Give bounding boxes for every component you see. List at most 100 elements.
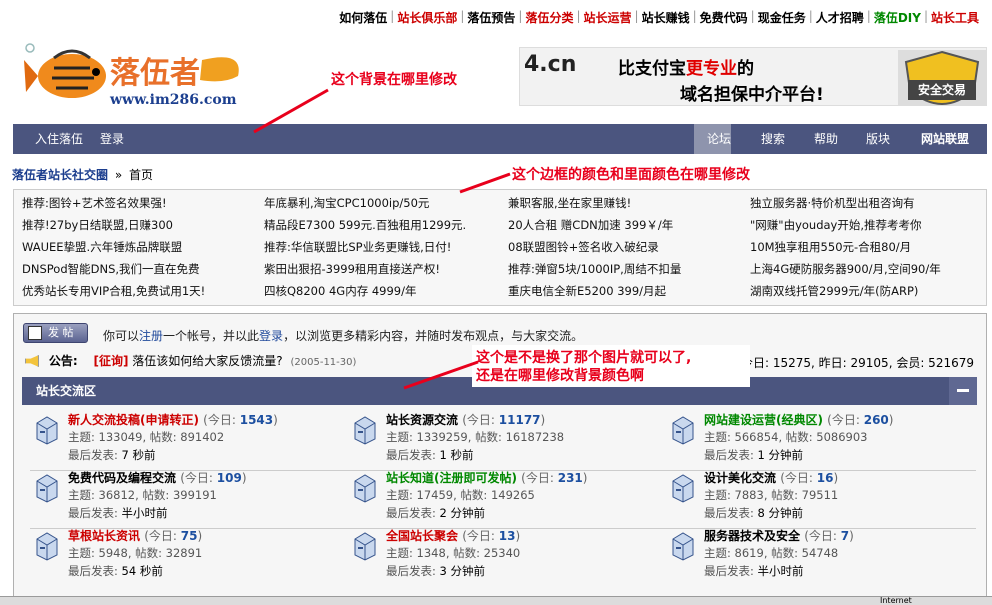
forum-link[interactable]: 网站建设运营(经典区) — [704, 413, 823, 427]
nav-alliance[interactable]: 网站联盟 — [921, 124, 969, 154]
last-post-link[interactable]: 54 秒前 — [122, 564, 163, 578]
forum-folder-icon — [354, 532, 376, 561]
text-ad-link[interactable]: 重庆电信全新E5200 399/月起 — [508, 283, 746, 299]
text-ad-link[interactable]: 湖南双线托管2999元/年(防ARP) — [750, 283, 982, 299]
top-link[interactable]: 落伍预告 — [464, 9, 518, 25]
today-count: 13 — [498, 529, 516, 543]
top-link[interactable]: 免费代码 — [697, 9, 751, 25]
posts-label: 帖数: — [785, 430, 813, 444]
posts-count: 149265 — [490, 488, 535, 502]
forum-today: (今日: 7) — [804, 529, 854, 543]
breadcrumb: 落伍者站长社交圈 » 首页 — [12, 166, 153, 183]
today-count: 75 — [180, 529, 198, 543]
last-post-link[interactable]: 1 秒前 — [440, 448, 474, 462]
breadcrumb-home[interactable]: 落伍者站长社交圈 — [12, 168, 108, 182]
posts-label: 帖数: — [149, 430, 177, 444]
text-ad-link[interactable]: 四核Q8200 4G内存 4999/年 — [264, 283, 502, 299]
annotation-note-3a: 这个是不是换了那个图片就可以了, — [476, 350, 692, 366]
top-link[interactable]: 现金任务 — [755, 9, 809, 25]
last-post-link[interactable]: 半小时前 — [758, 564, 804, 578]
text-ad-link[interactable]: 推荐:弹窗5块/1000IP,周结不扣量 — [508, 261, 746, 277]
forum-title: 服务器技术及安全 (今日: 7) — [704, 527, 854, 544]
forum-title: 站长知道(注册即可发帖) (今日: 231) — [386, 469, 587, 486]
forum-link[interactable]: 站长资源交流 — [386, 413, 458, 427]
top-link[interactable]: 落伍DIY — [871, 9, 924, 25]
text-ad-link[interactable]: 10M独享租用550元-合租80/月 — [750, 239, 982, 255]
top-link[interactable]: 站长赚钱 — [639, 9, 693, 25]
forum-link[interactable]: 设计美化交流 — [704, 471, 776, 485]
top-link[interactable]: 人才招聘 — [813, 9, 867, 25]
text-ads-box: 推荐:图铃+艺术签名效果强! 年底暴利,淘宝CPC1000ip/50元 兼职客服,坐… — [13, 189, 987, 306]
text-ad-link[interactable]: 推荐:图铃+艺术签名效果强! — [22, 195, 260, 211]
annotation-arrow-2 — [459, 172, 511, 194]
nav-login[interactable]: 登录 — [100, 124, 124, 154]
forum-link[interactable]: 新人交流投稿(申请转正) — [68, 413, 199, 427]
collapse-icon[interactable] — [949, 377, 977, 405]
logo-name: 落伍者 — [110, 56, 200, 91]
welcome-a: 你可以 — [103, 329, 140, 343]
forum-link[interactable]: 服务器技术及安全 — [704, 529, 800, 543]
last-post-link[interactable]: 1 分钟前 — [758, 448, 803, 462]
last-label: 最后发表: — [704, 506, 754, 520]
text-ad-link[interactable]: 兼职客服,坐在家里赚钱! — [508, 195, 746, 211]
forum-folder-icon — [36, 532, 58, 561]
text-ad-link[interactable]: 独立服务器·特价机型出租咨询有 — [750, 195, 982, 211]
announcement-link[interactable]: 落伍该如何给大家反馈流量? — [132, 354, 282, 368]
text-ad-link[interactable]: "网赚"由youday开始,推荐考考你 — [750, 217, 982, 233]
forum-today: (今日: 75) — [144, 529, 203, 543]
status-zone: Internet — [880, 596, 912, 605]
last-post-link[interactable]: 半小时前 — [122, 506, 168, 520]
forum-title: 站长资源交流 (今日: 11177) — [386, 411, 545, 428]
last-post-link[interactable]: 2 分钟前 — [440, 506, 485, 520]
nav-help[interactable]: 帮助 — [814, 124, 838, 154]
text-ad-link[interactable]: 紫田出狠招-3999租用直接送产权! — [264, 261, 502, 277]
announcement: 公告: [征询] 落伍该如何给大家反馈流量? (2005-11-30) — [25, 352, 356, 369]
annotation-arrow-1 — [253, 88, 329, 134]
last-post-link[interactable]: 8 分钟前 — [758, 506, 803, 520]
forum-title: 网站建设运营(经典区) (今日: 260) — [704, 411, 893, 428]
announcement-tag[interactable]: [征询] — [93, 354, 128, 368]
last-post-link[interactable]: 3 分钟前 — [440, 564, 485, 578]
text-ad-link[interactable]: 推荐:华信联盟比SP业务更赚钱,日付! — [264, 239, 502, 255]
text-ad-link[interactable]: 年底暴利,淘宝CPC1000ip/50元 — [264, 195, 502, 211]
nav-checkin[interactable]: 入住落伍 — [35, 124, 83, 154]
site-logo[interactable]: 落伍者 www.im286.com — [24, 40, 264, 116]
top-link[interactable]: 站长运营 — [581, 9, 635, 25]
topics-count: 1348 — [416, 546, 446, 560]
forum-item: 免费代码及编程交流 (今日: 109) 主题: 36812, 帖数: 399191… — [34, 469, 334, 525]
text-ad-link[interactable]: 08联盟图铃+签名收入破纪录 — [508, 239, 746, 255]
nav-forum[interactable]: 论坛 — [707, 124, 731, 154]
forum-link[interactable]: 全国站长聚会 — [386, 529, 458, 543]
ad-banner[interactable]: 4.cn 比支付宝更专业的 域名担保中介平台! 安全交易 — [519, 47, 987, 106]
new-post-button[interactable]: 发 帖 — [23, 323, 88, 343]
topics-count: 8619 — [734, 546, 764, 560]
text-ad-link[interactable]: 推荐!27by日结联盟,日赚300 — [22, 217, 260, 233]
text-ad-link[interactable]: 上海4G硬防服务器900/月,空间90/年 — [750, 261, 982, 277]
text-ad-link[interactable]: 精品段E7300 599元.百独租用1299元. — [264, 217, 502, 233]
nav-boards[interactable]: 版块 — [866, 124, 890, 154]
forum-link[interactable]: 站长知道(注册即可发帖) — [386, 471, 517, 485]
today-label: (今日: — [144, 529, 177, 543]
login-link[interactable]: 登录 — [259, 329, 283, 343]
banner-line2: 域名担保中介平台! — [680, 85, 824, 105]
site-stats: 今日: 15275, 昨日: 29105, 会员: 521679 — [741, 356, 974, 370]
forum-title: 全国站长聚会 (今日: 13) — [386, 527, 520, 544]
forum-link[interactable]: 草根站长资讯 — [68, 529, 140, 543]
forum-link[interactable]: 免费代码及编程交流 — [68, 471, 176, 485]
banner-domain: 4.cn — [524, 52, 577, 77]
text-ad-link[interactable]: DNSPod智能DNS,我们一直在免费 — [22, 261, 260, 277]
forum-item: 全国站长聚会 (今日: 13) 主题: 1348, 帖数: 25340 最后发表: … — [352, 527, 652, 583]
top-link[interactable]: 如何落伍 — [336, 9, 390, 25]
banner-text-c: 的 — [737, 59, 754, 79]
top-link[interactable]: 站长俱乐部 — [394, 9, 460, 25]
top-link[interactable]: 落伍分类 — [522, 9, 576, 25]
browser-status-bar: Internet — [0, 596, 992, 605]
annotation-note-2: 这个边框的颜色和里面颜色在哪里修改 — [510, 164, 752, 184]
top-link[interactable]: 站长工具 — [928, 9, 982, 25]
register-link[interactable]: 注册 — [139, 329, 163, 343]
text-ad-link[interactable]: 优秀站长专用VIP合租,免费试用1天! — [22, 283, 260, 299]
last-post-link[interactable]: 7 秒前 — [122, 448, 156, 462]
text-ad-link[interactable]: WAUEE挚盟.六年锤炼品牌联盟 — [22, 239, 260, 255]
text-ad-link[interactable]: 20人合租 赠CDN加速 399￥/年 — [508, 217, 746, 233]
nav-search[interactable]: 搜索 — [761, 124, 785, 154]
